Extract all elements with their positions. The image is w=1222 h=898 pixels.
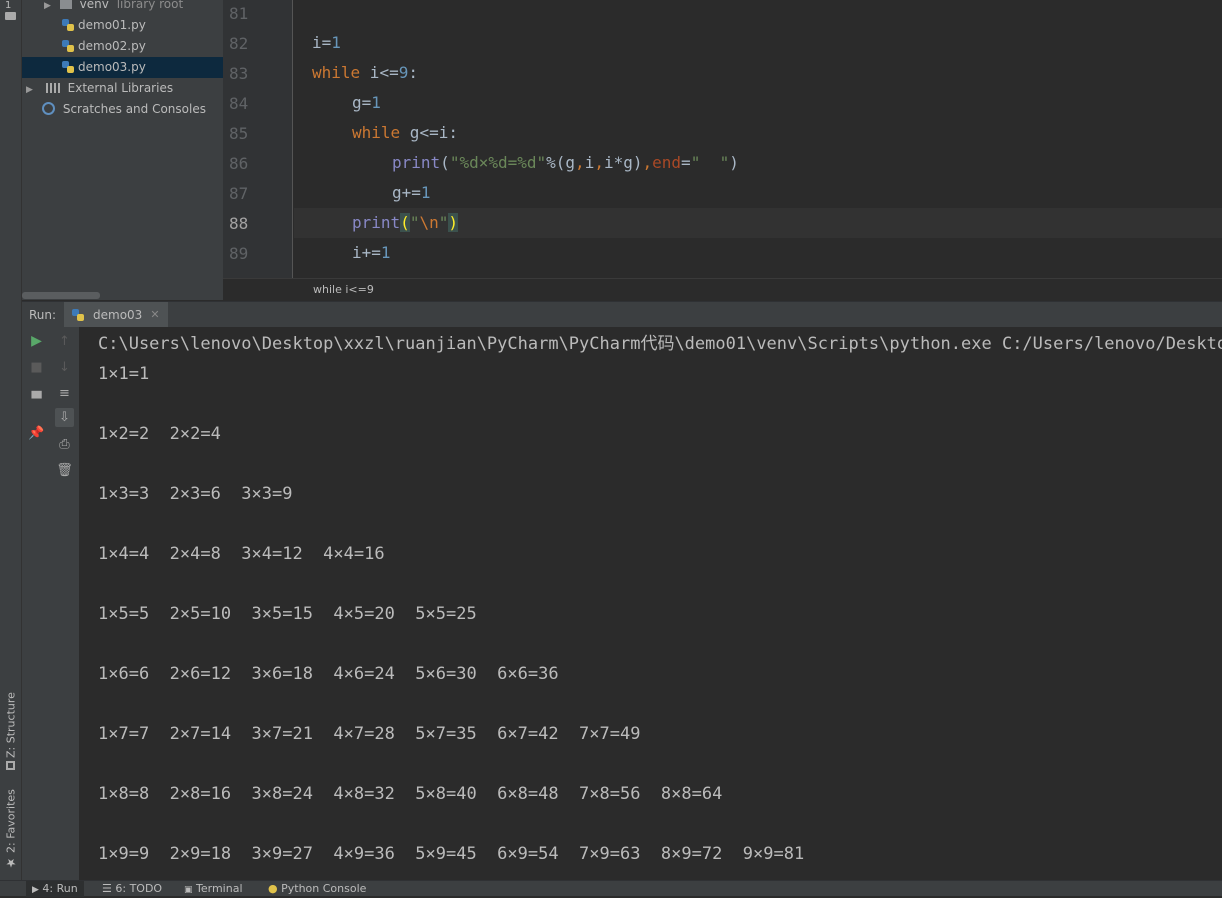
bottom-tool-bar: ▶ 4: Run ☰ 6: TODO ▣ Terminal ● Python C…	[0, 880, 1222, 897]
project-panel: ▶ venv library root demo01.py demo02.py …	[22, 0, 223, 300]
code-line: i=1	[312, 33, 341, 52]
bottom-tab-terminal[interactable]: ▣ Terminal	[178, 881, 249, 897]
tree-item-scratches[interactable]: Scratches and Consoles	[22, 99, 223, 120]
list-icon: ☰	[102, 882, 112, 895]
breadcrumb[interactable]: while i<=9	[223, 278, 1222, 300]
code-line: print("%d×%d=%d"%(g,i,i*g),end=" ")	[392, 153, 739, 172]
code-line: i+=1	[352, 243, 391, 262]
up-arrow-icon[interactable]: ↑	[55, 332, 74, 351]
console-line: 1×7=7 2×7=14 3×7=21 4×7=28 5×7=35 6×7=42…	[98, 724, 641, 744]
tree-item-file[interactable]: demo01.py	[22, 15, 223, 36]
rerun-icon[interactable]: ▶	[27, 332, 46, 351]
console-output[interactable]: C:\Users\lenovo\Desktop\xxzl\ruanjian\Py…	[80, 327, 1222, 880]
python-icon: ●	[268, 882, 278, 895]
line-number: 89	[229, 244, 249, 263]
run-label: Run:	[29, 308, 57, 322]
python-file-icon	[62, 61, 74, 73]
console-line: 1×9=9 2×9=18 3×9=27 4×9=36 5×9=45 6×9=54…	[98, 844, 805, 864]
console-line: 1×2=2 2×2=4	[98, 424, 221, 444]
code-line: g=1	[352, 93, 381, 112]
trash-icon[interactable]: 🗑	[55, 461, 74, 480]
terminal-icon: ▣	[184, 885, 193, 895]
run-tab[interactable]: demo03 ✕	[64, 302, 168, 328]
play-icon: ▶	[32, 885, 39, 895]
horizontal-scrollbar[interactable]	[22, 292, 100, 299]
scroll-to-end-icon[interactable]: ⇩	[55, 408, 74, 427]
editor-gutter: 81 82 83 84 85 86 87 88 89	[223, 0, 309, 278]
line-number: 81	[229, 4, 249, 23]
project-tool-tab[interactable]: 1	[5, 0, 17, 22]
bottom-tab-todo[interactable]: ☰ 6: TODO	[96, 881, 168, 897]
run-toolbar-primary: ▶ ■ ▀ 📌	[22, 327, 50, 880]
tree-item-external-libraries[interactable]: ▶ External Libraries	[22, 78, 223, 99]
close-icon[interactable]: ✕	[150, 302, 159, 328]
code-line: while g<=i:	[352, 123, 458, 142]
run-panel-header: Run: demo03 ✕	[22, 301, 1222, 328]
left-tool-strip: 1 Z: Structure ★ 2: Favorites	[0, 0, 22, 880]
code-line: print("\n")	[352, 213, 458, 232]
folder-icon	[59, 0, 72, 9]
pin-icon[interactable]: 📌	[27, 424, 46, 443]
tree-item-venv[interactable]: ▶ venv library root	[22, 0, 223, 15]
console-line: 1×3=3 2×3=6 3×3=9	[98, 484, 293, 504]
stop-icon[interactable]: ■	[27, 358, 46, 377]
line-number: 86	[229, 154, 249, 173]
tree-item-file[interactable]: demo02.py	[22, 36, 223, 57]
print-icon[interactable]: ⎙	[55, 435, 74, 454]
restore-layout-icon[interactable]: ▀	[27, 390, 46, 409]
console-line: 1×8=8 2×8=16 3×8=24 4×8=32 5×8=40 6×8=48…	[98, 784, 723, 804]
star-icon: ★	[4, 856, 18, 870]
code-line: g+=1	[392, 183, 431, 202]
structure-tool-tab[interactable]: Z: Structure	[2, 690, 20, 770]
bottom-tab-python-console[interactable]: ● Python Console	[262, 881, 372, 897]
library-icon	[45, 83, 60, 93]
line-number: 87	[229, 184, 249, 203]
console-line: 1×4=4 2×4=8 3×4=12 4×4=16	[98, 544, 385, 564]
expand-arrow-icon[interactable]: ▶	[26, 80, 36, 101]
python-icon	[72, 309, 84, 321]
favorites-tool-tab[interactable]: ★ 2: Favorites	[2, 789, 20, 870]
code-editor[interactable]: i=1 while i<=9: g=1 while g<=i: print("%…	[294, 0, 1222, 278]
scratches-icon	[42, 102, 55, 115]
line-number: 85	[229, 124, 249, 143]
line-number: 82	[229, 34, 249, 53]
bottom-tab-run[interactable]: ▶ 4: Run	[26, 881, 84, 897]
soft-wrap-icon[interactable]: ≡	[55, 384, 74, 403]
line-number: 84	[229, 94, 249, 113]
python-file-icon	[62, 19, 74, 31]
python-file-icon	[62, 40, 74, 52]
line-number: 83	[229, 64, 249, 83]
run-toolbar-secondary: ↑ ↓ ≡ ⇩ ⎙ 🗑	[50, 327, 80, 880]
console-line: 1×5=5 2×5=10 3×5=15 4×5=20 5×5=25	[98, 604, 477, 624]
code-line: while i<=9:	[312, 63, 418, 82]
console-line: 1×1=1	[98, 364, 150, 384]
line-number: 88	[229, 214, 249, 233]
console-line: 1×6=6 2×6=12 3×6=18 4×6=24 5×6=30 6×6=36	[98, 664, 559, 684]
folder-icon	[5, 12, 16, 20]
down-arrow-icon[interactable]: ↓	[55, 358, 74, 377]
tree-item-file-selected[interactable]: demo03.py	[22, 57, 223, 78]
structure-icon	[6, 761, 16, 770]
console-command-line: C:\Users\lenovo\Desktop\xxzl\ruanjian\Py…	[98, 334, 1222, 354]
